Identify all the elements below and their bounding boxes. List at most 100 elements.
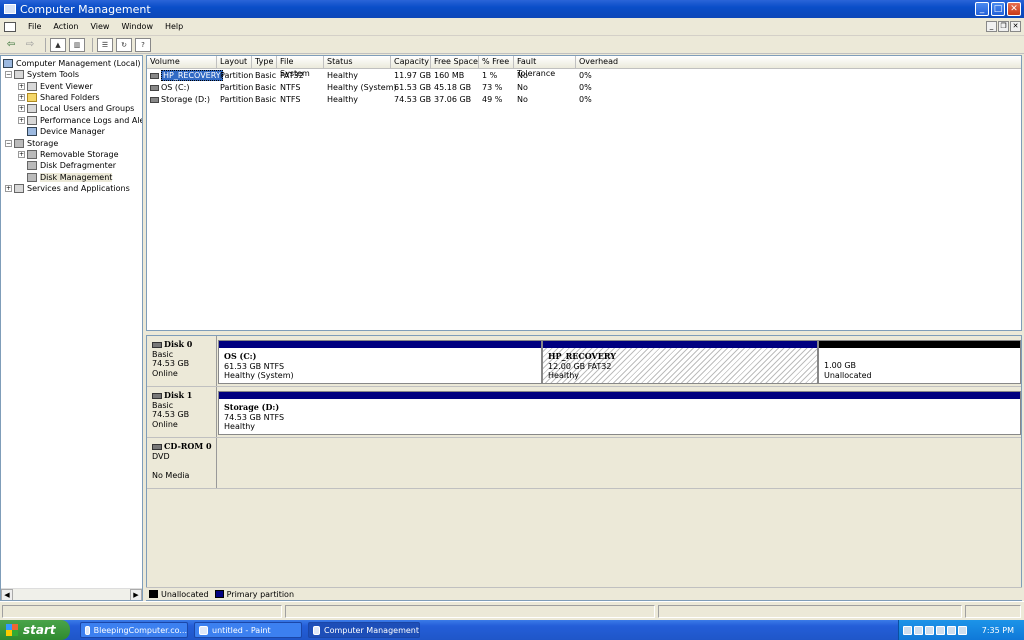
volume-cell[interactable]: HP_RECOVERY — [147, 70, 223, 82]
minimize-button[interactable]: _ — [975, 2, 989, 16]
expand-icon[interactable]: + — [18, 151, 25, 158]
menu-window[interactable]: Window — [115, 22, 159, 31]
menu-action[interactable]: Action — [47, 22, 84, 31]
expand-icon[interactable]: + — [18, 83, 25, 90]
partition-storage-d[interactable]: Storage (D:) 74.53 GB NTFS Healthy — [218, 391, 1021, 435]
layout-cell: Partition — [220, 95, 254, 104]
tree-item-disk-defragmenter[interactable]: Disk Defragmenter — [27, 160, 116, 171]
tree-label: Performance Logs and Alerts — [40, 116, 142, 125]
properties-icon[interactable]: ☰ — [97, 37, 113, 52]
column-header-file-system[interactable]: File System — [277, 56, 324, 78]
cdrom-name: CD-ROM 0 — [164, 441, 212, 451]
disk-row[interactable]: Disk 1 Basic 74.53 GB Online Storage (D:… — [147, 387, 1021, 438]
up-folder-icon[interactable]: ▲ — [50, 37, 66, 52]
column-header-status[interactable]: Status — [324, 56, 391, 69]
disk-info[interactable]: Disk 0 Basic 74.53 GB Online — [147, 336, 217, 386]
back-icon[interactable]: ⇦ — [3, 38, 19, 52]
close-button[interactable]: ✕ — [1007, 2, 1021, 16]
cdrom-type: DVD — [152, 451, 170, 461]
collapse-icon[interactable]: − — [5, 140, 12, 147]
menu-view[interactable]: View — [84, 22, 115, 31]
disk-row[interactable]: Disk 0 Basic 74.53 GB Online OS (C:) 61.… — [147, 336, 1021, 387]
start-button[interactable]: start — [0, 620, 70, 640]
column-header-overhead[interactable]: Overhead — [576, 56, 1021, 69]
taskbar-item-browser[interactable]: BleepingComputer.co... — [80, 622, 188, 638]
overhead-cell: 0% — [579, 83, 592, 92]
expand-icon[interactable]: + — [18, 105, 25, 112]
column-header-capacity[interactable]: Capacity — [391, 56, 431, 69]
tray-arrow-icon[interactable] — [903, 625, 912, 635]
volume-list[interactable]: Volume Layout Type File System Status Ca… — [146, 55, 1022, 331]
task-label: Computer Management — [323, 625, 419, 635]
toolbar: ⇦ ⇨ ▲ ▥ ☰ ↻ ? — [0, 36, 1024, 54]
tree-item-event-viewer[interactable]: + Event Viewer — [18, 81, 93, 92]
tree-item-local-users[interactable]: + Local Users and Groups — [18, 103, 134, 114]
tray-app-icon[interactable] — [936, 625, 945, 635]
disk-graphical-view[interactable]: Disk 0 Basic 74.53 GB Online OS (C:) 61.… — [146, 335, 1022, 601]
tree-item-removable-storage[interactable]: + Removable Storage — [18, 149, 119, 160]
menu-file[interactable]: File — [22, 22, 47, 31]
cdrom-row[interactable]: CD-ROM 0 DVD No Media — [147, 438, 1021, 489]
menu-help[interactable]: Help — [159, 22, 189, 31]
show-hide-tree-icon[interactable]: ▥ — [69, 37, 85, 52]
expand-icon[interactable]: + — [18, 117, 25, 124]
mail-icon[interactable] — [947, 625, 956, 635]
scroll-left-icon[interactable]: ◀ — [1, 589, 13, 600]
tree-item-storage[interactable]: − Storage — [5, 138, 58, 149]
expand-icon[interactable]: + — [5, 185, 12, 192]
volume-cell[interactable]: Storage (D:) — [147, 94, 210, 106]
tree-item-system-tools[interactable]: − System Tools — [5, 69, 79, 80]
mdi-window-icon[interactable] — [4, 21, 16, 32]
partition-name: Storage (D:) — [224, 402, 280, 412]
mdi-restore-button[interactable]: ❐ — [998, 21, 1009, 32]
disk-size: 74.53 GB — [152, 410, 190, 419]
taskbar-item-paint[interactable]: untitled - Paint — [194, 622, 302, 638]
partition-unallocated[interactable]: 1.00 GB Unallocated — [818, 340, 1021, 384]
tree-item-perf-logs[interactable]: + Performance Logs and Alerts — [18, 115, 142, 126]
tree-item-shared-folders[interactable]: + Shared Folders — [18, 92, 100, 103]
tree-horizontal-scrollbar[interactable]: ◀ ▶ — [1, 588, 142, 600]
expand-icon[interactable]: + — [18, 94, 25, 101]
column-header-fault-tolerance[interactable]: Fault Tolerance — [514, 56, 576, 78]
scroll-right-icon[interactable]: ▶ — [130, 589, 142, 600]
maximize-button[interactable]: □ — [991, 2, 1005, 16]
volume-name[interactable]: OS (C:) — [161, 83, 189, 92]
security-icon[interactable] — [958, 625, 967, 635]
volume-name-selected[interactable]: HP_RECOVERY — [161, 70, 223, 81]
tree-item-disk-management[interactable]: Disk Management — [27, 172, 113, 183]
partition-hp-recovery[interactable]: HP_RECOVERY 12.00 GB FAT32 Healthy — [542, 340, 818, 384]
tools-icon — [14, 70, 24, 79]
tree-item-device-manager[interactable]: Device Manager — [27, 126, 105, 137]
console-tree[interactable]: Computer Management (Local) − System Too… — [0, 55, 143, 601]
column-header-volume[interactable]: Volume — [147, 56, 217, 69]
partition-os-c[interactable]: OS (C:) 61.53 GB NTFS Healthy (System) — [218, 340, 542, 384]
tree-label: Disk Defragmenter — [40, 161, 117, 170]
disk-name: Disk 1 — [164, 390, 193, 400]
cdrom-info[interactable]: CD-ROM 0 DVD No Media — [147, 438, 217, 488]
volume-cell[interactable]: OS (C:) — [147, 82, 189, 94]
mdi-minimize-button[interactable]: _ — [986, 21, 997, 32]
volume-name[interactable]: Storage (D:) — [161, 95, 210, 104]
mdi-close-button[interactable]: ✕ — [1010, 21, 1021, 32]
forward-icon[interactable]: ⇨ — [22, 38, 38, 52]
refresh-icon[interactable]: ↻ — [116, 37, 132, 52]
status-pane — [285, 605, 655, 618]
partition-detail: 12.00 GB FAT32 — [548, 361, 612, 371]
users-icon — [27, 104, 37, 113]
clock[interactable]: 7:35 PM — [982, 626, 1014, 635]
column-header-percent-free[interactable]: % Free — [479, 56, 514, 69]
tree-item-root[interactable]: Computer Management (Local) — [3, 58, 141, 69]
menu-bar: File Action View Window Help _ ❐ ✕ — [0, 18, 1024, 36]
network-icon[interactable] — [925, 625, 934, 635]
disk-info[interactable]: Disk 1 Basic 74.53 GB Online — [147, 387, 217, 437]
volume-icon[interactable] — [914, 625, 923, 635]
taskbar-item-computer-management[interactable]: Computer Management — [308, 622, 420, 638]
drive-icon — [150, 72, 159, 79]
column-header-layout[interactable]: Layout — [217, 56, 252, 69]
column-header-free-space[interactable]: Free Space — [431, 56, 479, 69]
tree-item-services[interactable]: + Services and Applications — [5, 183, 130, 194]
help-icon[interactable]: ? — [135, 37, 151, 52]
primary-partition-bar — [543, 341, 817, 348]
column-header-type[interactable]: Type — [252, 56, 277, 69]
collapse-icon[interactable]: − — [5, 71, 12, 78]
